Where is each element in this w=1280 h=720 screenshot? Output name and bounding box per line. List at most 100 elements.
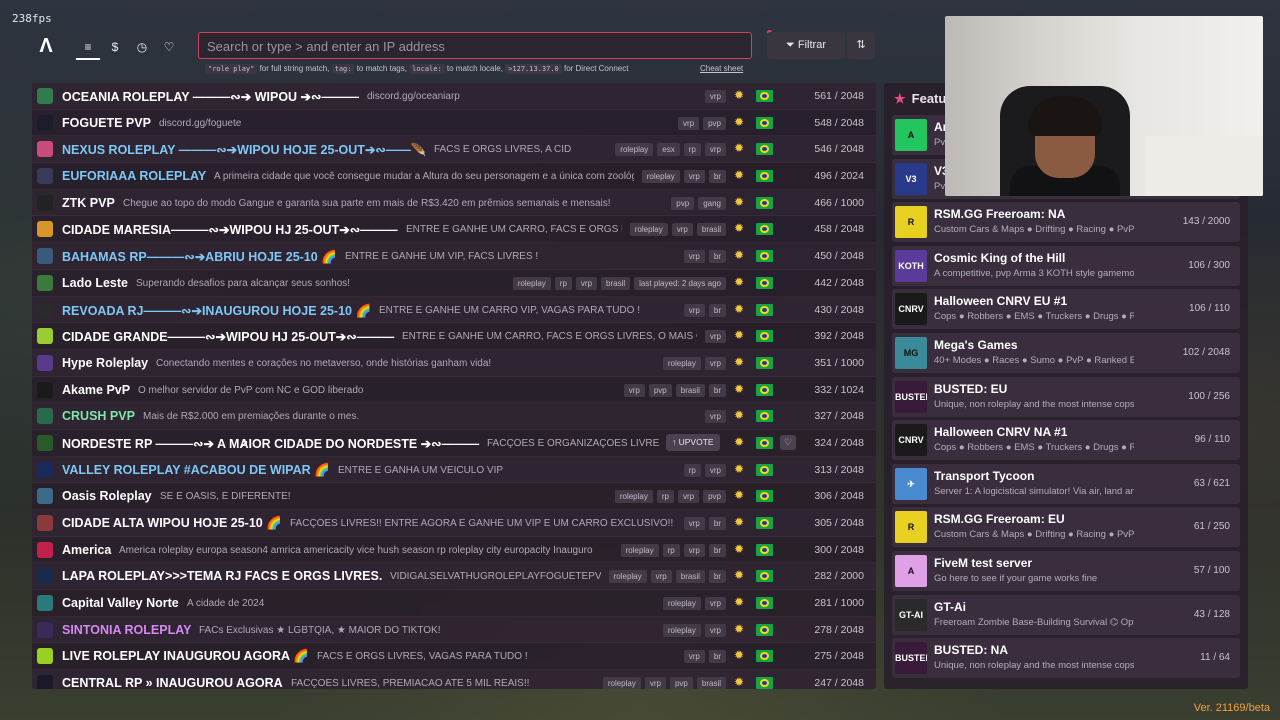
- server-tag: esx: [657, 143, 680, 157]
- featured-server-description: 40+ Modes ● Races ● Sumo ● PvP ● Ranked …: [934, 355, 1134, 366]
- cheat-sheet-link[interactable]: Cheat sheet: [700, 64, 743, 73]
- server-row[interactable]: LIVE ROLEPLAY INAUGUROU AGORA 🌈 FACS E OR…: [32, 643, 876, 671]
- featured-player-count: 100 / 256: [1188, 390, 1230, 402]
- player-count: 275 / 2048: [814, 650, 864, 663]
- featured-server-card[interactable]: BUSTED BUSTED: NA Unique, non roleplay and…: [892, 638, 1240, 679]
- brazil-flag-icon: [756, 490, 773, 503]
- brazil-flag-icon: [756, 196, 773, 209]
- server-description: A cidade de 2024: [187, 598, 265, 610]
- server-row[interactable]: Oasis Roleplay SE É OASIS, É DIFERENTE! ro…: [32, 483, 876, 510]
- server-row[interactable]: CENTRAL RP » INAUGUROU AGORA FACÇOES LIVR…: [32, 670, 876, 689]
- server-row[interactable]: LAPA ROLEPLAY>>>TEMA RJ FACS E ORGS LIVR…: [32, 563, 876, 591]
- server-row[interactable]: CIDADE ALTA WIPOU HOJE 25-10 🌈 FACÇÕES LI…: [32, 510, 876, 537]
- hint-tag-code: tag:: [331, 64, 355, 74]
- server-row[interactable]: America America roleplay europa season4 a…: [32, 537, 876, 564]
- server-tags: roleplay vrp brasil: [629, 223, 726, 237]
- server-tag: vrp: [623, 383, 645, 397]
- server-row[interactable]: CIDADE MARESIA———∾➔WIPOU HJ 25-OUT➔∾——— E…: [32, 216, 876, 244]
- server-row[interactable]: Akame PvP O melhor servidor de PvP com NC…: [32, 377, 876, 404]
- server-row[interactable]: ZTK PVP Chegue ao topo do modo Gangue e g…: [32, 189, 876, 217]
- featured-server-card[interactable]: BUSTED BUSTED: EU Unique, non roleplay and…: [892, 376, 1240, 417]
- featured-server-card[interactable]: ✈ Transport Tycoon Server 1: A logicistica…: [892, 463, 1240, 504]
- filter-label: Filtrar: [797, 39, 826, 51]
- featured-server-card[interactable]: KOTH Cosmic King of the Hill A competitive…: [892, 245, 1240, 286]
- featured-server-card[interactable]: CNRV Halloween CNRV NA #1 Cops ● Robbers ●…: [892, 420, 1240, 461]
- server-description: Superando desafios para alcançar seus so…: [136, 277, 351, 289]
- featured-server-card[interactable]: R RSM.GG Freeroam: NA Custom Cars & Maps ●…: [892, 202, 1240, 243]
- featured-server-card[interactable]: R RSM.GG Freeroam: EU Custom Cars & Maps ●…: [892, 507, 1240, 548]
- player-count: 442 / 2048: [814, 276, 864, 289]
- featured-server-card[interactable]: GT-AI GT-Ai Freeroam Zombie Base-Building …: [892, 594, 1240, 635]
- server-name: Oasis Roleplay: [62, 489, 152, 504]
- sort-button[interactable]: ⇅: [847, 32, 875, 59]
- fivem-logo[interactable]: Λ: [36, 36, 56, 56]
- server-description: discord.gg/foguete: [159, 117, 242, 129]
- featured-player-count: 61 / 250: [1193, 521, 1230, 533]
- featured-server-description: Unique, non roleplay and the most intens…: [934, 660, 1134, 672]
- server-name: NORDESTE RP ———∾➔ A MAIOR CIDADE DO NORD…: [62, 436, 480, 451]
- server-description: America roleplay europa season4 amrica a…: [119, 544, 593, 556]
- server-icon: [37, 274, 53, 291]
- sun-icon: ✹: [734, 568, 745, 583]
- heart-icon[interactable]: ♡: [158, 36, 180, 58]
- server-description: discord.gg/oceaniarp: [367, 91, 460, 102]
- server-row[interactable]: FOGUETE PVP discord.gg/foguete vrp pvp ✹ 548 …: [32, 110, 876, 137]
- featured-server-card[interactable]: CNRV Halloween CNRV EU #1 Cops ● Robbers ●…: [892, 289, 1240, 330]
- server-row[interactable]: NORDESTE RP ———∾➔ A MAIOR CIDADE DO NORD…: [32, 430, 876, 457]
- featured-player-count: 11 / 64: [1200, 652, 1230, 664]
- server-row[interactable]: SINTONIA ROLEPLAY FACs Exclusivas ★ LGBTQ…: [32, 616, 876, 644]
- search-input[interactable]: Search or type > and enter an IP address: [198, 32, 752, 59]
- sun-icon: ✹: [734, 515, 745, 529]
- list-icon[interactable]: ≡: [77, 36, 99, 58]
- server-tags: roleplay rp vrp br: [620, 543, 726, 557]
- filter-button[interactable]: ⏷ Filtrar: [767, 32, 845, 59]
- server-row[interactable]: Lado Leste Superando desafios para alcanç…: [32, 270, 876, 297]
- hint-role-text: for full string match,: [257, 64, 332, 73]
- featured-server-logo: R: [895, 206, 927, 239]
- server-row[interactable]: VALLEY ROLEPLAY #ACABOU DE WIPAR 🌈 ENTRE …: [32, 456, 876, 484]
- dollar-icon[interactable]: $: [104, 36, 126, 58]
- server-tag: vrp: [683, 517, 705, 530]
- server-description: O melhor servidor de PvP com NC e GOD li…: [138, 384, 364, 396]
- server-row[interactable]: REVOADA RJ———∾➔INAUGUROU HOJE 25-10 🌈 ENT…: [32, 296, 876, 324]
- server-name: LIVE ROLEPLAY INAUGUROU AGORA 🌈: [62, 649, 309, 664]
- server-name: ZTK PVP: [62, 195, 115, 210]
- server-tag: last played: 2 days ago: [634, 276, 726, 290]
- history-icon[interactable]: ◷: [131, 36, 153, 58]
- search-hint: "role play" for full string match, tag: …: [205, 64, 628, 74]
- featured-server-logo: KOTH: [895, 249, 927, 282]
- server-description: FACÇÕES LIVRES!! ENTRE AGORA E GANHE UM …: [290, 518, 674, 529]
- server-row[interactable]: OCEANIA ROLEPLAY ———∾➔ WIPOU ➔∾——— discor…: [32, 83, 876, 110]
- server-row[interactable]: Capital Valley Norte A cidade de 2024 role…: [32, 590, 876, 617]
- featured-server-logo: A: [895, 119, 927, 151]
- server-row[interactable]: CRUSH PVP Mais de R$2.000 em premiações d…: [32, 403, 876, 430]
- server-tag: br: [708, 650, 726, 664]
- server-row[interactable]: NEXUS ROLEPLAY ———∾➔WIPOU HOJE 25-OUT➔∾—…: [32, 136, 876, 164]
- featured-server-logo: MG: [895, 337, 927, 369]
- server-tag: br: [708, 383, 726, 397]
- server-description: ENTRE E GANHE UM CARRO, FACS E ORGS LIVR…: [402, 331, 697, 343]
- server-name: EUFORIAAA ROLEPLAY: [62, 169, 207, 184]
- featured-server-card[interactable]: MG Mega's Games 40+ Modes ● Races ● Sumo ●…: [892, 333, 1240, 373]
- star-icon: ★: [894, 91, 906, 106]
- server-tag: vrp: [575, 276, 598, 290]
- brazil-flag-icon: [756, 90, 773, 102]
- brazil-flag-icon: [756, 276, 773, 289]
- server-tag: pvp: [669, 677, 693, 689]
- server-name: LAPA ROLEPLAY>>>TEMA RJ FACS E ORGS LIVR…: [62, 569, 383, 584]
- server-tag: vrp: [704, 90, 726, 103]
- server-tags: vrp: [704, 90, 726, 103]
- fps-counter: 238fps: [12, 12, 52, 25]
- server-row[interactable]: EUFORIAAA ROLEPLAY A primeira cidade que …: [32, 163, 876, 190]
- sun-icon: ✹: [734, 194, 745, 209]
- server-row[interactable]: BAHAMAS RP———∾➔ABRIU HOJE 25-10 🌈 ENTRE E…: [32, 243, 876, 270]
- sun-icon: ✹: [734, 114, 745, 129]
- server-row[interactable]: Hype Roleplay Conectando mentes e coraçõe…: [32, 349, 876, 377]
- server-description: Mais de R$2.000 em premiações durante o …: [143, 411, 360, 423]
- upvote-button[interactable]: ↑ UPVOTE: [666, 433, 720, 451]
- server-tag: vrp: [704, 410, 726, 424]
- server-row[interactable]: CIDADE GRANDE———∾➔WIPOU HJ 25-OUT➔∾——— EN…: [32, 323, 876, 350]
- server-icon: [37, 621, 53, 638]
- favorite-heart-icon[interactable]: ♡: [780, 434, 796, 450]
- featured-server-card[interactable]: A FiveM test server Go here to see if your…: [892, 551, 1240, 591]
